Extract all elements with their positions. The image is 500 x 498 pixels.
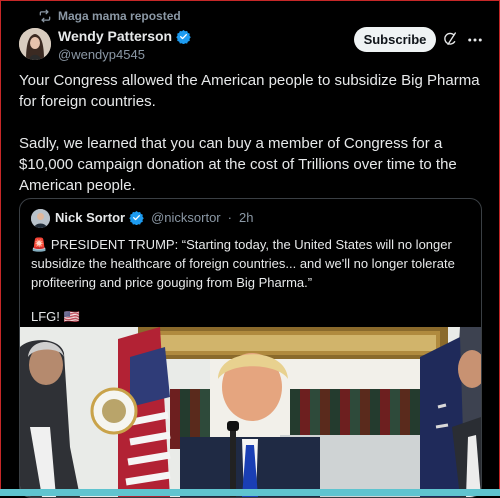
repost-text: Maga mama reposted <box>58 9 181 23</box>
quoted-video-thumbnail[interactable] <box>20 327 481 497</box>
bottom-accent-bar <box>0 489 500 496</box>
quoted-timestamp[interactable]: 2h <box>239 210 253 225</box>
author-avatar[interactable] <box>19 28 51 60</box>
siren-emoji-icon: 🚨 <box>31 237 48 252</box>
repost-indicator[interactable]: Maga mama reposted <box>38 9 181 23</box>
quoted-author-name[interactable]: Nick Sortor <box>55 210 125 225</box>
quoted-author-handle[interactable]: @nicksortor <box>151 210 221 225</box>
quoted-text: PRESIDENT TRUMP: “Starting today, the Un… <box>31 237 455 290</box>
quoted-author-avatar[interactable] <box>31 209 50 228</box>
verified-badge-icon <box>129 210 144 225</box>
repost-icon <box>39 9 51 23</box>
author-name-text: Wendy Patterson <box>58 28 173 44</box>
quoted-paragraph: 🚨 PRESIDENT TRUMP: “Starting today, the … <box>31 235 471 292</box>
meta-separator: · <box>227 210 232 225</box>
us-flag-emoji-icon: 🇺🇸 <box>63 309 80 324</box>
post-body: Your Congress allowed the American peopl… <box>19 70 484 196</box>
more-icon[interactable] <box>466 31 484 49</box>
subscribe-button[interactable]: Subscribe <box>354 27 436 52</box>
quoted-post[interactable]: Nick Sortor @nicksortor · 2h 🚨 PRESIDENT… <box>19 198 482 498</box>
grok-icon[interactable] <box>442 31 458 47</box>
post-paragraph: Your Congress allowed the American peopl… <box>19 72 480 110</box>
quoted-body: 🚨 PRESIDENT TRUMP: “Starting today, the … <box>31 235 471 326</box>
author-name[interactable]: Wendy Patterson <box>58 28 191 44</box>
author-handle[interactable]: @wendyp4545 <box>58 47 191 62</box>
quoted-paragraph: LFG! 🇺🇸 <box>31 307 471 326</box>
verified-badge-icon <box>176 29 191 44</box>
quoted-text: LFG! <box>31 309 60 324</box>
post-paragraph: Sadly, we learned that you can buy a mem… <box>19 135 457 194</box>
